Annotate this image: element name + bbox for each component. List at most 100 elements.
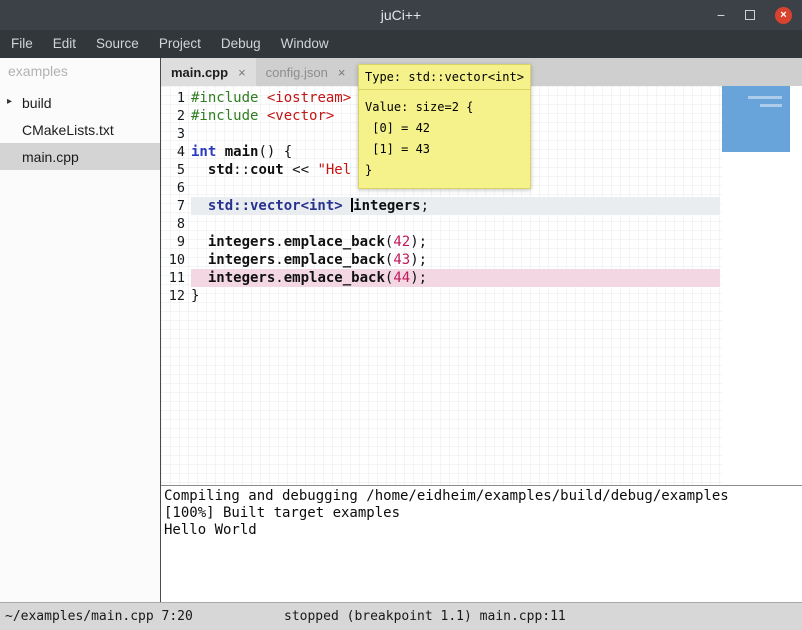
app-window: juCi++ − × FileEditSourceProjectDebugWin… [0, 0, 802, 630]
code-token: ); [410, 252, 427, 268]
line-number[interactable]: 2 [161, 107, 185, 125]
code-token [191, 270, 208, 286]
line-number[interactable]: 10 [161, 251, 185, 269]
line-number[interactable]: 11 [161, 269, 185, 287]
project-name: examples [0, 58, 160, 89]
code-token: emplace_back [284, 252, 385, 268]
line-number-gutter[interactable]: 123456789101112 [161, 89, 185, 305]
code-token [191, 198, 208, 214]
menu-project[interactable]: Project [149, 30, 211, 58]
code-token: ); [410, 234, 427, 250]
line-number[interactable]: 8 [161, 215, 185, 233]
code-line-11[interactable]: integers.emplace_back(44); [191, 269, 720, 287]
code-token: int [191, 144, 216, 160]
window-controls: − × [717, 0, 792, 30]
line-number[interactable]: 3 [161, 125, 185, 143]
file-tree-item-label: main.cpp [22, 149, 79, 165]
code-line-7[interactable]: std::vector<int> integers; [191, 197, 720, 215]
line-number[interactable]: 4 [161, 143, 185, 161]
file-tree-item-cmakelists-txt[interactable]: CMakeLists.txt [0, 116, 160, 143]
menu-file[interactable]: File [1, 30, 43, 58]
terminal-output-line: [100%] Built target examples [164, 505, 799, 522]
code-token: 43 [393, 252, 410, 268]
code-token: <iostream> [267, 90, 351, 106]
tab-config-json[interactable]: config.json × [256, 58, 356, 86]
code-line-8[interactable] [191, 215, 720, 233]
restore-icon [745, 10, 755, 20]
line-number[interactable]: 9 [161, 233, 185, 251]
tooltip-type-section: Type: std::vector<int> [359, 65, 530, 89]
code-token: main [225, 144, 259, 160]
tab-label: main.cpp [171, 65, 228, 80]
debug-value-tooltip: Type: std::vector<int>Value: size=2 { [0… [358, 64, 531, 189]
title-bar[interactable]: juCi++ − × [0, 0, 802, 30]
tooltip-line: Value: size=2 { [365, 97, 524, 118]
code-token: integers [208, 234, 275, 250]
code-line-12[interactable]: } [191, 287, 720, 305]
code-token: ); [410, 270, 427, 286]
status-bar: ~/examples/main.cpp 7:20 stopped (breakp… [0, 602, 802, 630]
code-token [191, 162, 208, 178]
code-token: () { [258, 144, 292, 160]
window-title: juCi++ [0, 0, 802, 30]
line-number[interactable]: 1 [161, 89, 185, 107]
file-tree-item-build[interactable]: ▸ build [0, 89, 160, 116]
code-token: . [275, 270, 283, 286]
minimize-button[interactable]: − [717, 7, 725, 23]
code-token: } [191, 288, 199, 304]
menu-edit[interactable]: Edit [43, 30, 86, 58]
menu-debug[interactable]: Debug [211, 30, 271, 58]
code-token: . [275, 252, 283, 268]
line-number[interactable]: 6 [161, 179, 185, 197]
code-token: std [208, 162, 233, 178]
code-line-9[interactable]: integers.emplace_back(42); [191, 233, 720, 251]
line-number[interactable]: 7 [161, 197, 185, 215]
code-token: << [284, 162, 318, 178]
code-token [258, 108, 266, 124]
code-token [343, 198, 351, 214]
menu-bar: FileEditSourceProjectDebugWindow [0, 30, 802, 58]
code-token: 42 [393, 234, 410, 250]
code-token: cout [250, 162, 284, 178]
tooltip-line: Type: std::vector<int> [365, 69, 524, 85]
menu-source[interactable]: Source [86, 30, 149, 58]
restore-button[interactable] [745, 7, 755, 23]
line-number[interactable]: 5 [161, 161, 185, 179]
tab-close-icon[interactable]: × [238, 65, 246, 80]
code-token: 44 [393, 270, 410, 286]
code-token: integers [208, 252, 275, 268]
file-tree-item-label: CMakeLists.txt [22, 122, 114, 138]
code-token: <vector> [267, 108, 334, 124]
tab-close-icon[interactable]: × [338, 65, 346, 80]
close-button[interactable]: × [775, 7, 792, 24]
code-token: :: [233, 162, 250, 178]
code-line-10[interactable]: integers.emplace_back(43); [191, 251, 720, 269]
tooltip-value-section: Value: size=2 { [0] = 42 [1] = 43} [359, 89, 530, 188]
code-token: . [275, 234, 283, 250]
scroll-preview [722, 86, 790, 152]
expander-icon[interactable]: ▸ [7, 96, 12, 107]
status-file-position: ~/examples/main.cpp 7:20 [5, 603, 193, 630]
code-token [191, 252, 208, 268]
code-token: #include [191, 108, 258, 124]
code-token: ; [421, 198, 429, 214]
file-explorer: examples ▸ build CMakeLists.txt main.cpp [0, 58, 161, 602]
tab-main-cpp[interactable]: main.cpp × [161, 58, 256, 86]
code-token [191, 234, 208, 250]
file-tree-item-main-cpp[interactable]: main.cpp [0, 143, 160, 170]
menu-window[interactable]: Window [271, 30, 339, 58]
output-terminal[interactable]: Compiling and debugging /home/eidheim/ex… [161, 485, 802, 602]
tab-label: config.json [266, 65, 328, 80]
tooltip-line: } [365, 160, 524, 181]
tooltip-line: [0] = 42 [365, 118, 524, 139]
line-number[interactable]: 12 [161, 287, 185, 305]
status-debug-state: stopped (breakpoint 1.1) main.cpp:11 [284, 603, 566, 630]
file-tree: ▸ build CMakeLists.txt main.cpp [0, 89, 160, 170]
code-token: std::vector<int> [208, 198, 343, 214]
terminal-output-line: Compiling and debugging /home/eidheim/ex… [164, 488, 799, 505]
code-token: #include [191, 90, 258, 106]
code-token: emplace_back [284, 234, 385, 250]
code-token: "Hel [317, 162, 351, 178]
file-tree-item-label: build [22, 95, 52, 111]
tooltip-line: [1] = 43 [365, 139, 524, 160]
